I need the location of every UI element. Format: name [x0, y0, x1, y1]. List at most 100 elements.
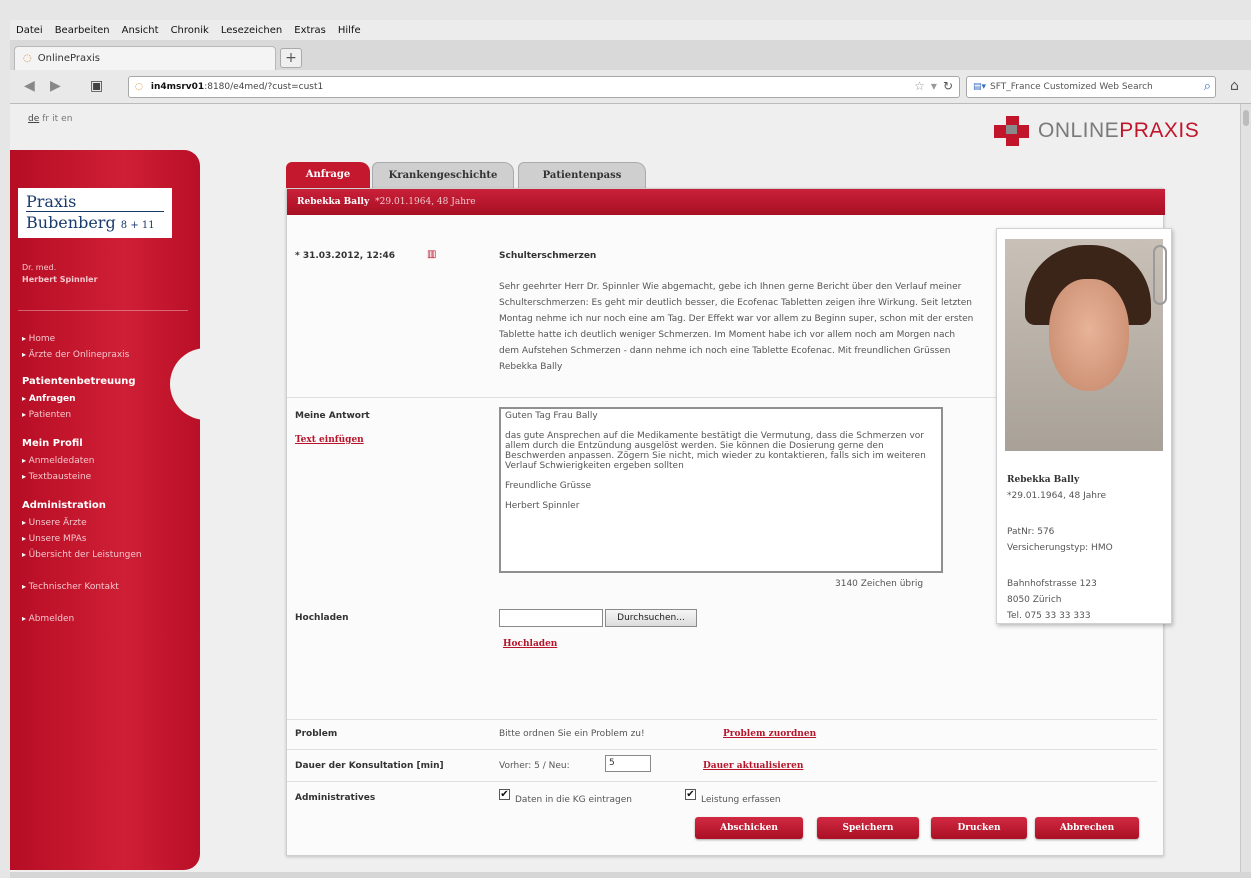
- menu-lesezeichen[interactable]: Lesezeichen: [221, 25, 282, 36]
- photo-face: [1049, 279, 1129, 391]
- header-patient-name: Rebekka Bally: [297, 197, 370, 207]
- header-patient-dob: *29.01.1964, 48 Jahre: [375, 197, 476, 207]
- new-tab-button[interactable]: +: [280, 48, 302, 68]
- browser-tab[interactable]: ◌ OnlinePraxis: [14, 46, 276, 70]
- search-engine-icon[interactable]: ▤▾: [973, 82, 986, 92]
- sidebar-heading-administration: Administration: [22, 500, 106, 511]
- paperclip-icon: [1153, 245, 1167, 305]
- practice-logo: Praxis Bubenberg 8 + 11: [18, 188, 172, 238]
- reload-icon[interactable]: ↻: [943, 79, 953, 93]
- insert-text-link[interactable]: Text einfügen: [295, 435, 364, 445]
- doctor-name: Herbert Spinnler: [22, 275, 98, 284]
- request-subject: Schulterschmerzen: [499, 251, 597, 261]
- tab-anfrage[interactable]: Anfrage: [286, 162, 370, 188]
- browser-tab-row: ◌ OnlinePraxis +: [10, 40, 1251, 70]
- send-button[interactable]: Abschicken: [695, 817, 803, 839]
- duration-input[interactable]: 5: [605, 755, 651, 772]
- menu-extras[interactable]: Extras: [294, 25, 326, 36]
- sidebar-item-kontakt[interactable]: Technischer Kontakt: [22, 582, 119, 592]
- sidebar-item-unsere-aerzte[interactable]: Unsere Ärzte: [22, 518, 87, 528]
- sidebar-item-patienten[interactable]: Patienten: [22, 410, 72, 420]
- update-duration-link[interactable]: Dauer aktualisieren: [703, 761, 803, 771]
- forward-arrow-icon[interactable]: ▶: [50, 78, 61, 94]
- menu-hilfe[interactable]: Hilfe: [338, 25, 361, 36]
- patient-card-city: 8050 Zürich: [1007, 595, 1062, 605]
- sidebar-item-abmelden[interactable]: Abmelden: [22, 614, 75, 624]
- sidebar-heading-profil: Mein Profil: [22, 438, 83, 449]
- duration-text: Vorher: 5 / Neu:: [499, 761, 570, 771]
- brand-name: ONLINEPRAXIS: [1038, 119, 1199, 143]
- print-button[interactable]: Drucken: [931, 817, 1027, 839]
- tab-krankengeschichte[interactable]: Krankengeschichte: [372, 162, 514, 188]
- horizontal-scrollbar[interactable]: [10, 872, 1251, 878]
- browse-button[interactable]: Durchsuchen...: [605, 609, 697, 627]
- search-bar[interactable]: ▤▾ SFT_France Customized Web Search ⌕: [966, 76, 1216, 98]
- patient-card: Rebekka Bally *29.01.1964, 48 Jahre PatN…: [996, 228, 1172, 624]
- cross-logo-icon: [994, 116, 1030, 146]
- sidebar-item-unsere-mpas[interactable]: Unsere MPAs: [22, 534, 87, 544]
- browser-navbar: ◀ ▶ ▣ ◌ in4msrv01 :8180/e4med/?cust=cust…: [10, 70, 1251, 104]
- sidebar-item-anfragen[interactable]: Anfragen: [22, 394, 76, 404]
- url-host: in4msrv01: [150, 82, 205, 92]
- patient-card-name: Rebekka Bally: [1007, 475, 1080, 485]
- browser-tab-title: OnlinePraxis: [37, 53, 100, 64]
- tab-patientenpass[interactable]: Patientenpass: [518, 162, 646, 188]
- lang-de[interactable]: de: [28, 114, 39, 124]
- lang-en[interactable]: en: [61, 114, 72, 124]
- sidebar-item-anmeldedaten[interactable]: Anmeldedaten: [22, 456, 95, 466]
- sidebar-item-aerzte[interactable]: Ärzte der Onlinepraxis: [22, 350, 130, 360]
- leistung-checkbox[interactable]: ✔: [685, 789, 696, 800]
- vertical-scrollbar[interactable]: [1240, 104, 1251, 872]
- panel-header: Rebekka Bally *29.01.1964, 48 Jahre: [287, 189, 1165, 215]
- problem-label: Problem: [295, 729, 338, 739]
- logo-name: Bubenberg: [26, 213, 116, 232]
- browser-menubar: Datei Bearbeiten Ansicht Chronik Lesezei…: [10, 20, 1251, 40]
- assign-problem-link[interactable]: Problem zuordnen: [723, 729, 816, 739]
- doctor-info: Dr. med. Herbert Spinnler: [22, 262, 98, 286]
- kg-checkbox[interactable]: ✔: [499, 789, 510, 800]
- trash-icon[interactable]: ▥: [427, 249, 436, 260]
- duration-label: Dauer der Konsultation [min]: [295, 761, 444, 771]
- menu-chronik[interactable]: Chronik: [171, 25, 209, 36]
- upload-link[interactable]: Hochladen: [503, 639, 557, 649]
- menu-ansicht[interactable]: Ansicht: [122, 25, 159, 36]
- patient-card-phone: Tel. 075 33 33 333: [1007, 611, 1091, 621]
- sidebar-item-uebersicht[interactable]: Übersicht der Leistungen: [22, 550, 142, 560]
- url-path: :8180/e4med/?cust=cust1: [204, 82, 324, 92]
- dropdown-icon[interactable]: ▾: [931, 79, 937, 93]
- answer-textarea[interactable]: Guten Tag Frau Bally das gute Ansprechen…: [499, 407, 943, 573]
- divider: [287, 749, 1157, 750]
- lang-fr[interactable]: fr: [42, 114, 49, 124]
- loading-icon: ◌: [23, 53, 32, 64]
- logo-line1: Praxis: [26, 192, 77, 211]
- sidebar: Praxis Bubenberg 8 + 11 Dr. med. Herbert…: [10, 150, 200, 870]
- brand-name-red: PRAXIS: [1119, 119, 1200, 142]
- url-bar[interactable]: ◌ in4msrv01 :8180/e4med/?cust=cust1 ☆ ▾ …: [128, 76, 960, 98]
- lang-it[interactable]: it: [52, 114, 58, 124]
- chars-remaining: 3140 Zeichen übrig: [835, 579, 924, 589]
- divider: [287, 781, 1157, 782]
- scrollbar-thumb[interactable]: [1243, 110, 1249, 126]
- admin-label: Administratives: [295, 793, 376, 803]
- downloads-icon[interactable]: ▣: [90, 78, 103, 94]
- sidebar-item-textbausteine[interactable]: Textbausteine: [22, 472, 92, 482]
- cancel-button[interactable]: Abbrechen: [1035, 817, 1139, 839]
- menu-bearbeiten[interactable]: Bearbeiten: [55, 25, 110, 36]
- patient-photo: [1005, 239, 1163, 451]
- sidebar-item-home[interactable]: Home: [22, 334, 56, 344]
- divider: [287, 719, 1157, 720]
- patient-card-dob: *29.01.1964, 48 Jahre: [1007, 491, 1106, 501]
- bookmark-star-icon[interactable]: ☆: [914, 79, 925, 93]
- patient-card-insurance: Versicherungstyp: HMO: [1007, 543, 1113, 553]
- home-icon[interactable]: ⌂: [1230, 78, 1239, 94]
- onlinepraxis-logo: ONLINEPRAXIS: [994, 116, 1199, 146]
- save-button[interactable]: Speichern: [817, 817, 919, 839]
- logo-line2: Bubenberg 8 + 11: [26, 211, 164, 232]
- search-icon[interactable]: ⌕: [1204, 79, 1211, 94]
- brand-name-gray: ONLINE: [1038, 119, 1120, 142]
- back-arrow-icon[interactable]: ◀: [24, 78, 35, 94]
- sidebar-divider: [18, 310, 188, 311]
- file-input[interactable]: [499, 609, 603, 627]
- request-date: * 31.03.2012, 12:46: [295, 251, 395, 261]
- menu-datei[interactable]: Datei: [16, 25, 43, 36]
